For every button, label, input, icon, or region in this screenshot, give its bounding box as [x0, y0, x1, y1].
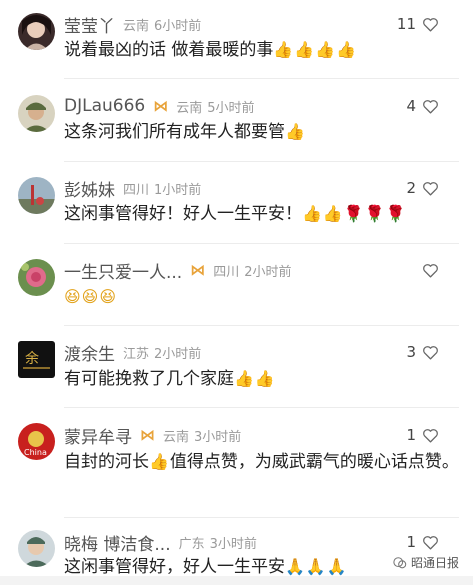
region: 云南 — [176, 100, 203, 116]
timestamp: 2小时前 — [244, 264, 292, 280]
verified-badge-icon: ⋈ — [140, 426, 155, 444]
comment-header: 莹莹丫 云南 6小时前 — [64, 12, 202, 37]
thumbs-up-emoji: 👍👍👍👍 — [273, 40, 358, 59]
username[interactable]: 晓梅 博洁食... — [64, 530, 171, 555]
username[interactable]: 渡余生 — [64, 340, 115, 365]
comment-list: 莹莹丫 云南 6小时前 11 说着最凶的话 做着最暖的事👍👍👍👍 DJLau66… — [0, 0, 473, 585]
like-button[interactable]: 1 — [406, 530, 439, 554]
avatar[interactable]: 余 — [18, 341, 55, 378]
timestamp: 2小时前 — [154, 346, 202, 362]
comment-body: 说着最凶的话 做着最暖的事 — [64, 40, 274, 60]
username[interactable]: 蒙异牟寻 — [64, 423, 132, 448]
comment-body-continued: 值得点赞，为威武霸气的暖心话点赞。 — [169, 452, 459, 472]
thumbs-up-emoji: 👍 — [285, 122, 306, 141]
username[interactable]: 彭姊妹 — [64, 176, 115, 201]
avatar[interactable] — [18, 13, 55, 50]
rose-emoji: 🌹🌹🌹 — [343, 204, 407, 223]
timestamp: 5小时前 — [207, 100, 255, 116]
like-count: 4 — [406, 97, 416, 115]
comment-text: 说着最凶的话 做着最暖的事👍👍👍👍 — [64, 36, 459, 64]
watermark: 昭通日报 — [393, 554, 459, 571]
username[interactable]: 莹莹丫 — [64, 12, 115, 37]
heart-icon — [423, 181, 438, 196]
region: 云南 — [123, 18, 150, 34]
divider — [64, 243, 459, 244]
avatar[interactable] — [18, 259, 55, 296]
thumbs-up-emoji: 👍👍 — [302, 204, 344, 223]
watermark-text: 昭通日报 — [410, 556, 459, 570]
heart-icon — [423, 263, 438, 278]
timestamp: 3小时前 — [209, 536, 257, 552]
praying-hands-emoji: 🙏🙏🙏 — [285, 557, 348, 576]
region: 四川 — [123, 182, 150, 198]
verified-badge-icon: ⋈ — [153, 97, 169, 115]
divider — [64, 517, 459, 518]
comment-header: 蒙异牟寻 ⋈ 云南 3小时前 — [64, 423, 242, 448]
avatar[interactable] — [18, 530, 55, 567]
comment-body: 这闲事管得好！好人一生平安！ — [64, 204, 302, 224]
heart-icon — [423, 99, 438, 114]
divider — [64, 325, 459, 326]
divider — [64, 161, 459, 162]
avatar[interactable]: China — [18, 423, 55, 460]
like-button[interactable]: 4 — [406, 94, 439, 118]
comment-text: 这闲事管得好！好人一生平安！👍👍🌹🌹🌹 — [64, 200, 459, 228]
bottom-bar — [0, 576, 473, 585]
comment-body: 这条河我们所有成年人都要管 — [64, 122, 285, 142]
avatar[interactable] — [18, 95, 55, 132]
username[interactable]: DJLau666 — [64, 96, 145, 116]
avatar[interactable] — [18, 177, 55, 214]
thumbs-up-emoji: 👍 — [149, 452, 170, 471]
comment-text: 自封的河长👍值得点赞，为威武霸气的暖心话点赞。 — [64, 448, 459, 476]
comment-header: 晓梅 博洁食... 广东 3小时前 — [64, 530, 257, 555]
heart-icon — [423, 345, 438, 360]
comment-text: 有可能挽救了几个家庭👍👍 — [64, 365, 459, 393]
comment-text: 😆😆😆 — [64, 283, 459, 311]
like-button[interactable]: 11 — [397, 12, 439, 36]
like-button[interactable]: 2 — [406, 176, 439, 200]
username[interactable]: 一生只爱一人... — [64, 258, 182, 283]
heart-icon — [423, 535, 438, 550]
comment-header: 一生只爱一人... ⋈ 四川 2小时前 — [64, 258, 292, 283]
comment-header: DJLau666 ⋈ 云南 5小时前 — [64, 94, 255, 118]
region: 云南 — [163, 429, 190, 445]
like-count: 3 — [406, 343, 416, 361]
svg-text:余: 余 — [25, 350, 39, 367]
like-count: 11 — [396, 15, 416, 33]
region: 江苏 — [123, 346, 150, 362]
verified-badge-icon: ⋈ — [190, 261, 206, 279]
svg-text:China: China — [24, 448, 47, 457]
like-button[interactable]: 1 — [406, 423, 439, 447]
thumbs-up-emoji: 👍👍 — [234, 369, 276, 388]
divider — [64, 407, 459, 408]
region: 广东 — [178, 536, 205, 552]
comment-body: 有可能挽救了几个家庭 — [64, 369, 234, 389]
comment-header: 渡余生 江苏 2小时前 — [64, 340, 202, 365]
like-count: 1 — [406, 426, 416, 444]
heart-icon — [423, 17, 438, 32]
divider — [64, 78, 459, 79]
region: 四川 — [213, 264, 240, 280]
like-count: 1 — [406, 533, 416, 551]
like-count: 2 — [406, 179, 416, 197]
laughing-emoji: 😆😆😆 — [64, 287, 118, 306]
comment-header: 彭姊妹 四川 1小时前 — [64, 176, 202, 201]
like-button[interactable] — [422, 258, 439, 282]
comment-body: 自封的河长 — [64, 452, 149, 472]
timestamp: 6小时前 — [154, 18, 202, 34]
comment-body: 这闲事管得好，好人一生平安 — [64, 557, 285, 577]
comment-text: 这条河我们所有成年人都要管👍 — [64, 118, 459, 146]
wechat-logo-icon — [393, 556, 407, 568]
timestamp: 3小时前 — [194, 429, 242, 445]
heart-icon — [423, 428, 438, 443]
like-button[interactable]: 3 — [406, 340, 439, 364]
timestamp: 1小时前 — [154, 182, 202, 198]
